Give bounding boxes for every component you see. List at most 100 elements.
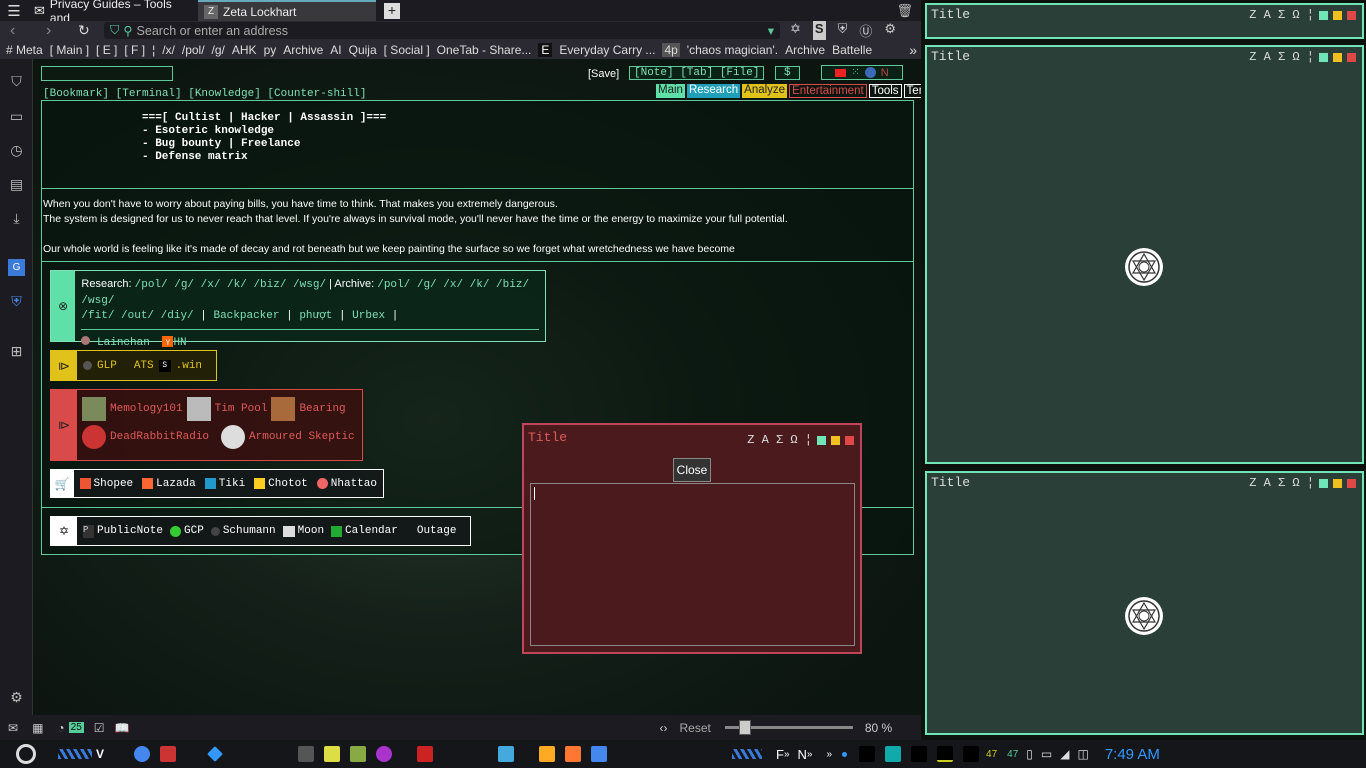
link-chotot[interactable]: Chotot [268,478,308,490]
tab-research[interactable]: Research [686,84,741,98]
check-icon[interactable]: ☑ [94,721,105,735]
media-icon[interactable] [350,746,367,762]
sublime-icon[interactable] [565,746,582,762]
network-icon[interactable]: ◫ [1077,747,1088,761]
yellow-button[interactable] [831,435,840,445]
green-button[interactable] [817,435,826,445]
tab-analyze[interactable]: Analyze [742,84,788,98]
bookmark[interactable]: E [538,42,553,57]
save-button[interactable]: [Save] [588,68,619,80]
bookmark[interactable]: AHK [232,43,257,57]
tray-n[interactable]: N [798,747,807,762]
url-input[interactable]: Search or enter an address [137,24,288,38]
entertainment-toggle[interactable]: ⧐ [51,390,77,460]
bookmark[interactable]: OneTab - Share... [437,43,532,57]
research-toggle[interactable]: ⊗ [51,271,76,341]
app-icon[interactable] [160,746,177,762]
clipboard-icon[interactable]: ▯ [1026,747,1033,761]
tab-entertainment[interactable]: Entertainment [789,84,867,98]
link-ats[interactable]: ATS [134,360,154,372]
bookmark[interactable]: /pol/ [182,43,205,57]
vivaldi-icon[interactable]: V [96,747,104,761]
forward-icon[interactable]: › [46,22,51,40]
green-button[interactable] [1319,10,1328,20]
link-lazada[interactable]: Lazada [156,478,196,490]
dollar-button[interactable]: $ [775,66,800,80]
code-icon[interactable]: ‹› [660,721,668,735]
red-button[interactable] [845,435,854,445]
more-bookmarks-icon[interactable]: » [909,42,917,58]
red-button[interactable] [1347,478,1356,488]
diamond-icon[interactable] [207,746,223,762]
bookmark[interactable]: AI [330,43,341,57]
start-icon[interactable] [16,744,36,764]
research-links[interactable]: /pol/ /g/ /x/ /k/ /biz/ /wsg/ [135,279,326,291]
reload-icon[interactable]: ↻ [78,22,90,39]
n-icon[interactable]: N [881,67,889,79]
terminal-icon[interactable] [298,746,315,762]
notes-app-icon[interactable] [324,746,341,762]
bookmark[interactable]: 'chaos magician'. [687,43,778,57]
s-extension-icon[interactable]: S [812,21,826,40]
calendar-icon[interactable]: ▦ [32,721,43,735]
link-urbex[interactable]: Urbex [352,310,385,322]
link-glp[interactable]: GLP [97,360,117,372]
bookmark[interactable]: Quija [349,43,377,57]
link-gcp[interactable]: GCP [184,525,204,537]
bookmark[interactable]: [ Social ] [384,43,430,57]
tools-icon[interactable]: ✡ [51,517,77,545]
bookmark[interactable]: Archive [283,43,323,57]
popup-textarea[interactable] [530,483,855,646]
link-win[interactable]: .win [176,360,202,372]
bookmark[interactable]: /g/ [212,43,225,57]
bookmark[interactable]: py [264,43,277,57]
top-nav[interactable]: [Bookmark] [Terminal] [Knowledge] [Count… [43,88,366,100]
rss-icon[interactable]: ◔ [57,721,64,735]
link-tiki[interactable]: Tiki [219,478,245,490]
pdf-icon[interactable] [539,746,556,762]
clock[interactable]: 7:49 AM [1105,746,1160,763]
wallet-icon[interactable]: ▭ [8,108,25,125]
red-button[interactable] [1347,10,1356,20]
mail-icon[interactable]: ✉ [8,721,18,735]
tab-main[interactable]: Main [656,84,685,98]
tab-tools[interactable]: Tools [868,84,902,98]
url-bar[interactable]: ⛉ ⚲ Search or enter an address ▾ [104,22,780,39]
tray-widget[interactable] [859,746,876,762]
bookmark[interactable]: /x/ [162,43,175,57]
link-fit-out-diy[interactable]: /fit/ /out/ /diy/ [81,310,193,322]
bookmark-icon[interactable]: ⛉ [8,73,25,90]
analyze-toggle[interactable]: ⧐ [51,351,77,380]
red-button[interactable] [1347,52,1356,62]
yellow-button[interactable] [1333,478,1342,488]
settings-icon[interactable]: ⚙ [8,689,25,706]
trash-icon[interactable]: 🗑 [896,3,913,19]
dropdown-icon[interactable]: ▾ [768,23,774,38]
red-app-icon[interactable] [417,746,434,762]
shield-blue-icon[interactable]: ⛨ [8,293,25,310]
add-panel-icon[interactable]: ⊞ [8,343,25,360]
link-backpacker[interactable]: Backpacker [213,310,279,322]
grid-icon[interactable]: ⁙ [851,67,859,78]
link-lainchan[interactable]: Lainchan [97,337,150,349]
browser-app-icon[interactable] [591,746,608,762]
tray-widget[interactable] [963,746,980,762]
link-shopee[interactable]: Shopee [94,478,134,490]
battery-icon[interactable]: ▭ [1041,747,1052,761]
reader-icon[interactable]: 📖 [115,721,130,735]
search-box[interactable] [41,66,173,81]
cart-icon[interactable]: 🛒 [51,470,74,497]
reset-zoom-button[interactable]: Reset [680,721,711,735]
tray-widget[interactable] [911,746,928,762]
green-button[interactable] [1319,52,1328,62]
link-nhattao[interactable]: Nhattao [331,478,377,490]
player-icon[interactable] [376,746,393,762]
wordpress-icon[interactable] [864,67,876,78]
zoom-slider[interactable] [724,720,853,735]
back-icon[interactable]: ‹ [10,22,15,40]
gear-extension-icon[interactable]: ⚙ [884,21,896,40]
link-outage[interactable]: Outage [417,525,457,537]
bookmark[interactable]: Battelle [832,43,872,57]
link-armoured-skeptic[interactable]: Armoured Skeptic [249,423,355,451]
new-tab-button[interactable]: + [384,2,400,19]
